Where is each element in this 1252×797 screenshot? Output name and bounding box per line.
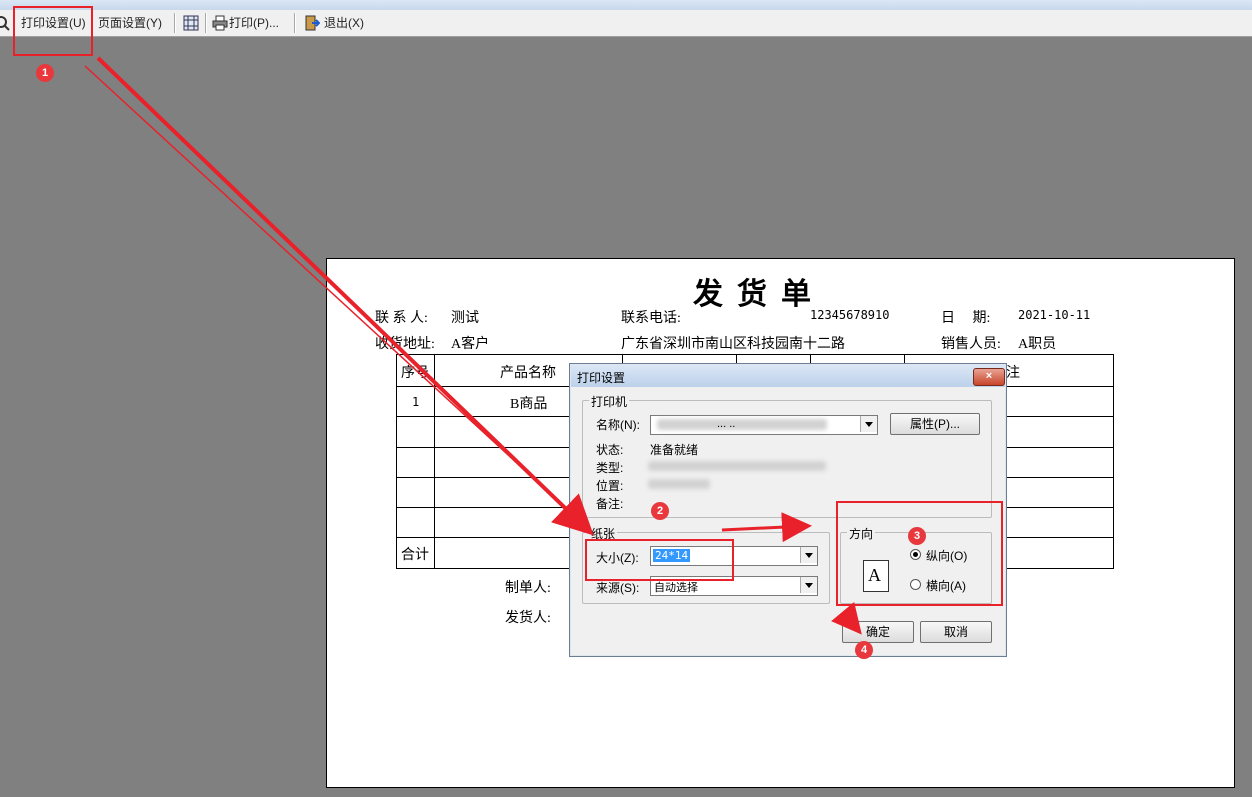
annotation-badge-4: 4	[855, 641, 873, 659]
annotation-box-print-setup	[13, 6, 93, 56]
annotation-arrow-1	[96, 56, 594, 536]
annotation-box-paper-size	[585, 539, 734, 581]
annotation-box-orientation	[836, 501, 1003, 606]
annotation-badge-2: 2	[651, 502, 669, 520]
annotation-badge-3: 3	[908, 527, 926, 545]
annotation-arrows	[84, 56, 862, 635]
annotation-arrow-2	[721, 512, 812, 543]
annotation-badge-1: 1	[36, 64, 54, 82]
annotation-arrow-4	[831, 601, 862, 635]
